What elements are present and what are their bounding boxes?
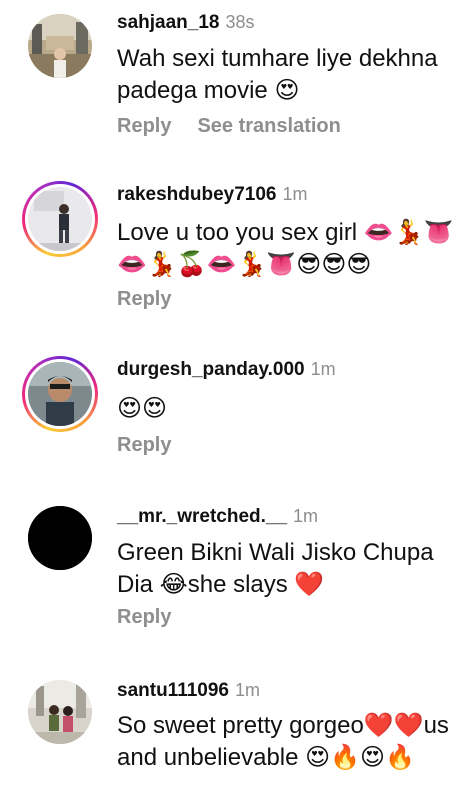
reply-button[interactable]: Reply (117, 115, 171, 137)
comment-timestamp: 1m (310, 359, 336, 379)
comment-timestamp: 1m (282, 184, 308, 204)
avatar[interactable] (22, 8, 98, 84)
avatar-photo (28, 680, 92, 744)
avatar[interactable] (22, 500, 98, 576)
comment-username[interactable]: durgesh_panday.000 (117, 359, 305, 380)
comment-username[interactable]: sahjaan_18 (117, 12, 219, 33)
comment-text: 😍😍 (117, 395, 168, 422)
comment-username[interactable]: __mr._wretched.__ (117, 506, 287, 527)
see-translation-button[interactable]: See translation (197, 115, 340, 137)
avatar-photo (28, 14, 92, 78)
comment-item: sahjaan_18 38s Wah sexi tumhare liye dekh… (0, 0, 474, 160)
comment-text: Love u too you sex girl 👄💃👅👄💃🍒👄💃👅😎😎😎 (117, 219, 454, 278)
avatar-photo (28, 362, 92, 426)
avatar-photo (28, 187, 92, 251)
avatar-photo (28, 506, 92, 570)
comment-text: Green Bikni Wali Jisko Chupa Dia 😂she sl… (117, 539, 434, 598)
comment-item: __mr._wretched.__ 1m Green Bikni Wali Jis… (0, 492, 474, 652)
avatar[interactable] (22, 674, 98, 750)
avatar[interactable] (22, 356, 98, 432)
comment-item: santu111096 1m So sweet pretty gorgeo❤️❤️… (0, 666, 474, 800)
reply-button[interactable]: Reply (117, 434, 171, 456)
reply-button[interactable]: Reply (117, 288, 171, 310)
comment-timestamp: 38s (225, 12, 255, 32)
reply-button[interactable]: Reply (117, 606, 171, 628)
avatar[interactable] (22, 181, 98, 257)
comment-username[interactable]: santu111096 (117, 680, 229, 701)
comment-item: durgesh_panday.000 1m 😍😍 Reply (0, 345, 474, 475)
comment-text: So sweet pretty gorgeo❤️❤️us and unbelie… (117, 712, 449, 771)
comment-text: Wah sexi tumhare liye dekhna padega movi… (117, 45, 438, 104)
comment-timestamp: 1m (234, 680, 260, 700)
comment-item: rakeshdubey7106 1m Love u too you sex gir… (0, 170, 474, 340)
comment-timestamp: 1m (293, 506, 319, 526)
comment-username[interactable]: rakeshdubey7106 (117, 184, 277, 205)
